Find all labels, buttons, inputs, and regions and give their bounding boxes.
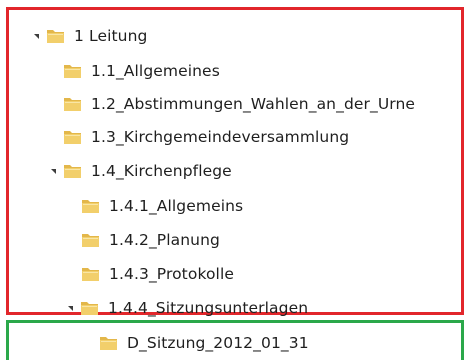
tree-item-label: 1.2_Abstimmungen_Wahlen_an_der_Urne — [91, 95, 416, 113]
folder-icon — [99, 333, 119, 353]
tree-item-label: 1.4_Kirchenpflege — [91, 162, 232, 180]
folder-icon — [63, 127, 83, 147]
tree-item-label: D_Sitzung_2012_01_31 — [127, 334, 309, 352]
tree-item-label: 1.3_Kirchgemeindeversammlung — [91, 128, 350, 146]
tree-item-1-2-abstimmungen[interactable]: 1.2_Abstimmungen_Wahlen_an_der_Urne — [63, 90, 415, 118]
folder-icon — [63, 94, 83, 114]
tree-item-1-4-4-sitzungsunterlagen[interactable]: 1.4.4_Sitzungsunterlagen — [64, 294, 308, 322]
tree-item-label: 1 Leitung — [74, 27, 148, 45]
folder-icon — [63, 61, 83, 81]
folder-icon — [81, 264, 101, 284]
tree-item-1-3-kirchgemeindeversammlung[interactable]: 1.3_Kirchgemeindeversammlung — [63, 123, 349, 151]
tree-item-1-4-3-protokolle[interactable]: 1.4.3_Protokolle — [81, 260, 234, 288]
folder-icon — [63, 161, 83, 181]
tree-item-label: 1.4.3_Protokolle — [109, 265, 234, 283]
tree-item-1-1-allgemeines[interactable]: 1.1_Allgemeines — [63, 57, 220, 85]
tree-item-label: 1.1_Allgemeines — [91, 62, 220, 80]
tree-item-label: 1.4.1_Allgemeins — [109, 197, 244, 215]
tree-item-1-4-1-allgemeins[interactable]: 1.4.1_Allgemeins — [81, 192, 243, 220]
collapse-arrow-icon[interactable] — [30, 30, 42, 42]
folder-icon — [80, 298, 100, 318]
tree-item-label: 1.4.4_Sitzungsunterlagen — [108, 299, 309, 317]
tree-item-1-4-kirchenpflege[interactable]: 1.4_Kirchenpflege — [47, 157, 232, 185]
tree-item-1-leitung[interactable]: 1 Leitung — [30, 22, 147, 50]
collapse-arrow-icon[interactable] — [64, 302, 76, 314]
folder-tree-view: 1 Leitung 1.1_Allgemeines 1.2_Abstimmung… — [0, 0, 467, 360]
tree-item-label: 1.4.2_Planung — [109, 231, 220, 249]
folder-icon — [46, 26, 66, 46]
folder-icon — [81, 196, 101, 216]
tree-item-d-sitzung-2012-01-31[interactable]: D_Sitzung_2012_01_31 — [99, 329, 309, 357]
folder-icon — [81, 230, 101, 250]
collapse-arrow-icon[interactable] — [47, 165, 59, 177]
tree-item-1-4-2-planung[interactable]: 1.4.2_Planung — [81, 226, 220, 254]
